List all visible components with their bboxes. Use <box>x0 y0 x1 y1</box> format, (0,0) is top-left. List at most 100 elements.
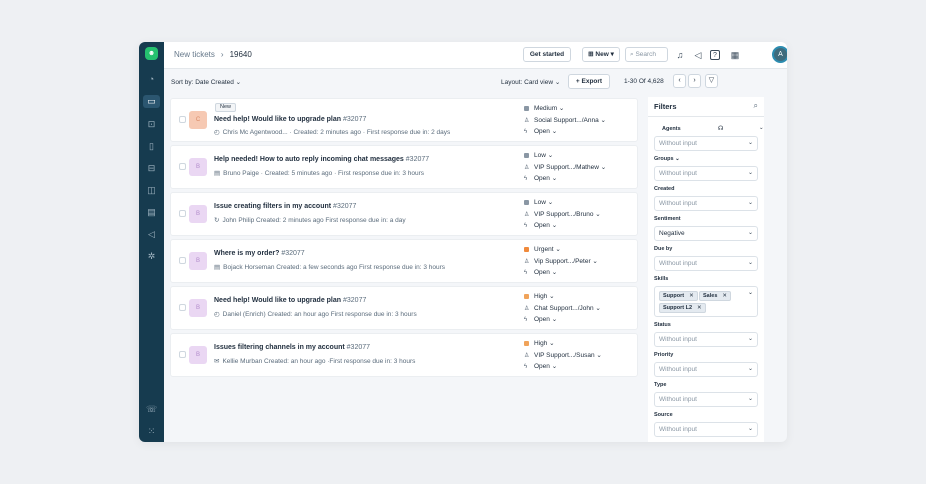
remove-tag-icon[interactable]: ✕ <box>722 293 727 299</box>
ticket-number: #32077 <box>281 250 305 257</box>
priority-dropdown[interactable]: High ⌄ <box>524 291 634 303</box>
contacts-icon[interactable]: ⊡ <box>146 119 157 130</box>
megaphone-icon[interactable]: ◁ <box>146 229 157 240</box>
dashboard-icon[interactable]: ◔ <box>146 74 157 85</box>
ticket-properties: Low ⌄ ♙ VIP Support.../Mathew ⌄ ϟ Open ⌄ <box>524 150 634 185</box>
ticket-checkbox[interactable] <box>179 163 186 170</box>
ticket-card[interactable]: B Issues filtering channels in my accoun… <box>170 333 638 377</box>
agents-select[interactable]: Without input ⌄ <box>654 136 758 151</box>
settings-icon[interactable]: ✲ <box>146 251 157 262</box>
ticket-checkbox[interactable] <box>179 210 186 217</box>
group-agent-dropdown[interactable]: ♙ Social Support.../Anna ⌄ <box>524 115 634 127</box>
source-icon: ◴ <box>214 129 220 136</box>
priority-dropdown[interactable]: High ⌄ <box>524 338 634 350</box>
priority-select[interactable]: Without input ⌄ <box>654 362 758 377</box>
ticket-card[interactable]: B Where is my order? #32077 ▤ Bojack Hors… <box>170 239 638 283</box>
skill-tag[interactable]: Support L2 ✕ <box>659 303 706 313</box>
ticket-checkbox[interactable] <box>179 351 186 358</box>
ticket-number: #32077 <box>405 156 430 163</box>
due-by-label: Due by <box>654 246 673 252</box>
priority-dropdown[interactable]: Low ⌄ <box>524 197 634 209</box>
filter-toggle-icon[interactable]: ▽ <box>705 74 718 88</box>
status-dropdown[interactable]: ϟ Open ⌄ <box>524 361 634 373</box>
status-dropdown[interactable]: ϟ Open ⌄ <box>524 173 634 185</box>
announcement-icon[interactable]: ◁ <box>692 49 704 61</box>
layout-dropdown[interactable]: Layout: Card view ⌄ <box>501 78 560 86</box>
search-input[interactable]: ⌕ Search <box>625 47 668 62</box>
status-select[interactable]: Without input ⌄ <box>654 332 758 347</box>
ticket-subject[interactable]: Need help! Would like to upgrade plan #3… <box>214 116 366 123</box>
tickets-icon[interactable]: ▭ <box>143 95 160 108</box>
type-select[interactable]: Without input ⌄ <box>654 392 758 407</box>
status-dropdown[interactable]: ϟ Open ⌄ <box>524 314 634 326</box>
source-select[interactable]: Without input ⌄ <box>654 422 758 437</box>
status-dropdown[interactable]: ϟ Open ⌄ <box>524 267 634 279</box>
export-button[interactable]: + Export <box>568 74 610 89</box>
help-icon[interactable]: ? <box>710 50 720 60</box>
chevron-down-icon: ⌄ <box>747 336 753 342</box>
agents-headset-icon[interactable]: ☊ <box>718 125 723 132</box>
requester-avatar: C <box>189 111 207 129</box>
status-dropdown[interactable]: ϟ Open ⌄ <box>524 126 634 138</box>
phone-icon[interactable]: ☏ <box>146 404 157 415</box>
priority-dropdown[interactable]: Medium ⌄ <box>524 103 634 115</box>
sort-dropdown[interactable]: Sort by: Date Created ⌄ <box>171 78 241 86</box>
remove-tag-icon[interactable]: ✕ <box>689 293 694 299</box>
next-page-button[interactable]: › <box>688 74 701 88</box>
status-label: Status <box>654 322 671 328</box>
due-by-select[interactable]: Without input ⌄ <box>654 256 758 271</box>
notification-icon[interactable]: ♫ <box>674 49 686 61</box>
apps-icon[interactable]: ⁙ <box>146 426 157 437</box>
created-select[interactable]: Without input ⌄ <box>654 196 758 211</box>
search-icon: ⌕ <box>630 51 634 58</box>
status-dropdown[interactable]: ϟ Open ⌄ <box>524 220 634 232</box>
sentiment-select[interactable]: Negative ⌄ <box>654 226 758 241</box>
reports-icon[interactable]: ◫ <box>146 185 157 196</box>
book-icon[interactable]: ▯ <box>146 141 157 152</box>
breadcrumb-parent[interactable]: New tickets <box>174 50 215 59</box>
priority-dropdown[interactable]: Urgent ⌄ <box>524 244 634 256</box>
new-button[interactable]: ⊞ New ▾ <box>582 47 620 62</box>
skills-multiselect[interactable]: Support ✕ Sales ✕ Support L2 ✕ ⌄ <box>654 286 758 317</box>
group-agent-dropdown[interactable]: ♙ VIP Support.../Bruno ⌄ <box>524 209 634 221</box>
ticket-checkbox[interactable] <box>179 257 186 264</box>
groups-select[interactable]: Without input ⌄ <box>654 166 758 181</box>
chat-icon[interactable]: ▤ <box>146 207 157 218</box>
priority-dot <box>524 199 529 205</box>
ticket-subject[interactable]: Where is my order? #32077 <box>214 250 305 257</box>
status-icon: ϟ <box>524 364 528 370</box>
ticket-card[interactable]: B Need help! Would like to upgrade plan … <box>170 286 638 330</box>
filter-search-icon[interactable]: ⌕ <box>754 101 758 111</box>
app-logo[interactable]: ☻ <box>145 47 158 60</box>
ticket-meta: ↻ John Philip Created: 2 minutes ago Firs… <box>214 217 406 224</box>
ticket-card[interactable]: B Help needed! How to auto reply incomin… <box>170 145 638 189</box>
inbox-icon[interactable]: ⊟ <box>146 163 157 174</box>
marketplace-icon[interactable]: ▦ <box>729 49 741 61</box>
ticket-subject[interactable]: Issues filtering channels in my account … <box>214 344 370 351</box>
user-avatar[interactable]: A <box>772 46 787 63</box>
ticket-card[interactable]: B Issue creating filters in my account #… <box>170 192 638 236</box>
priority-dot <box>524 293 529 299</box>
ticket-card[interactable]: C New Need help! Would like to upgrade p… <box>170 98 638 142</box>
breadcrumb-current: 19640 <box>229 50 252 59</box>
prev-page-button[interactable]: ‹ <box>673 74 686 88</box>
group-agent-dropdown[interactable]: ♙ Chat Support.../John ⌄ <box>524 303 634 315</box>
agents-chevron-icon[interactable]: ⌄ <box>759 125 764 131</box>
ticket-subject[interactable]: Issue creating filters in my account #32… <box>214 203 356 210</box>
remove-tag-icon[interactable]: ✕ <box>697 305 702 311</box>
groups-label[interactable]: Groups ⌄ <box>654 156 680 162</box>
get-started-button[interactable]: Get started <box>523 47 571 62</box>
ticket-subject[interactable]: Need help! Would like to upgrade plan #3… <box>214 297 366 304</box>
skill-tag[interactable]: Sales ✕ <box>699 291 731 301</box>
ticket-subject[interactable]: Help needed! How to auto reply incoming … <box>214 156 429 163</box>
ticket-checkbox[interactable] <box>179 304 186 311</box>
ticket-checkbox[interactable] <box>179 116 186 123</box>
chevron-down-icon: ⌄ <box>747 396 753 402</box>
priority-dropdown[interactable]: Low ⌄ <box>524 150 634 162</box>
group-agent-dropdown[interactable]: ♙ VIP Support.../Susan ⌄ <box>524 350 634 362</box>
top-header: New tickets › 19640 Get started ⊞ New ▾ ⌕ … <box>164 42 787 69</box>
ticket-properties: Medium ⌄ ♙ Social Support.../Anna ⌄ ϟ Open… <box>524 103 634 138</box>
skill-tag[interactable]: Support ✕ <box>659 291 698 301</box>
group-agent-dropdown[interactable]: ♙ VIP Support.../Mathew ⌄ <box>524 162 634 174</box>
group-agent-dropdown[interactable]: ♙ Vip Support.../Peter ⌄ <box>524 256 634 268</box>
